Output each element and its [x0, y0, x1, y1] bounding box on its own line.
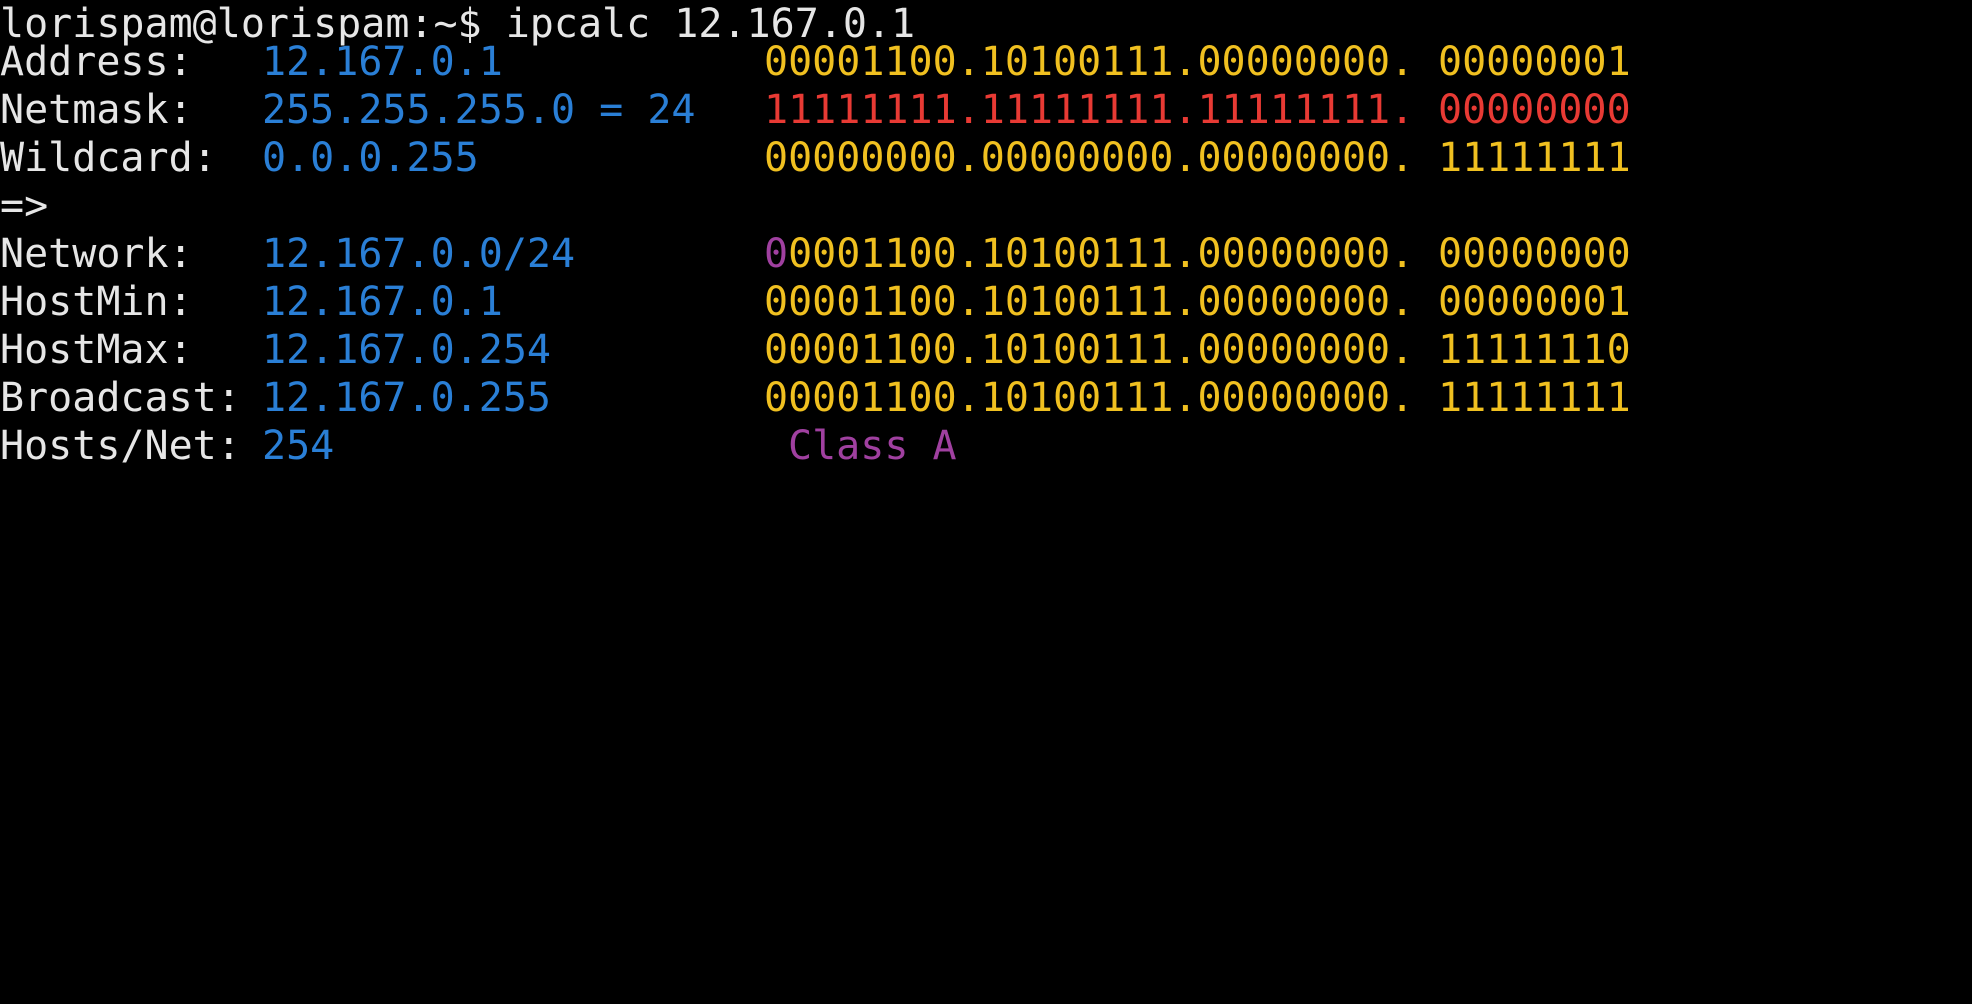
address-row: Address: 12.167.0.1 00001100.10100111.00… [0, 38, 1631, 86]
address-value: 12.167.0.1 [262, 39, 503, 85]
wildcard-row: Wildcard: 0.0.0.255 00000000.00000000.00… [0, 134, 1631, 182]
broadcast-value: 12.167.0.255 [262, 375, 551, 421]
result-arrow: => [0, 183, 49, 229]
netmask-value: 255.255.255.0 = 24 [262, 87, 696, 133]
hostmin-binary-host: 00000001 [1438, 279, 1631, 325]
broadcast-row: Broadcast: 12.167.0.255 00001100.1010011… [0, 374, 1631, 422]
network-binary-network-rest: 0001100.10100111.00000000. [788, 231, 1415, 277]
broadcast-binary-host: 11111111 [1438, 375, 1631, 421]
netmask-label: Netmask: [0, 87, 193, 133]
netmask-row: Netmask: 255.255.255.0 = 24 11111111.111… [0, 86, 1631, 134]
address-binary-host: 00000001 [1438, 39, 1631, 85]
network-class: Class A [788, 423, 957, 469]
hosts-label: Hosts/Net: [0, 423, 241, 469]
hostmin-binary-network: 00001100.10100111.00000000. [764, 279, 1415, 325]
netmask-binary-network: 11111111.11111111.11111111. [764, 87, 1415, 133]
hostmax-row: HostMax: 12.167.0.254 00001100.10100111.… [0, 326, 1631, 374]
network-value: 12.167.0.0/24 [262, 231, 576, 277]
network-row: Network: 12.167.0.0/24 00001100.10100111… [0, 230, 1631, 278]
hostmax-value: 12.167.0.254 [262, 327, 551, 373]
broadcast-binary-network: 00001100.10100111.00000000. [764, 375, 1415, 421]
address-label: Address: [0, 39, 193, 85]
terminal-window[interactable]: lorispam@lorispam:~$ ipcalc 12.167.0.1 A… [0, 0, 1972, 502]
hostmin-row: HostMin: 12.167.0.1 00001100.10100111.00… [0, 278, 1631, 326]
netmask-binary-host: 00000000 [1438, 87, 1631, 133]
hostmax-binary-network: 00001100.10100111.00000000. [764, 327, 1415, 373]
network-label: Network: [0, 231, 193, 277]
wildcard-binary-network: 00000000.00000000.00000000. [764, 135, 1415, 181]
wildcard-label: Wildcard: [0, 135, 217, 181]
wildcard-binary-host: 11111111 [1438, 135, 1631, 181]
broadcast-label: Broadcast: [0, 375, 241, 421]
network-class-bit: 0 [764, 231, 789, 277]
network-binary-network: 00001100.10100111.00000000. [764, 230, 1414, 278]
wildcard-value: 0.0.0.255 [262, 135, 479, 181]
hostmin-label: HostMin: [0, 279, 193, 325]
hostmin-value: 12.167.0.1 [262, 279, 503, 325]
hosts-value: 254 [262, 423, 335, 469]
address-binary-network: 00001100.10100111.00000000. [764, 39, 1415, 85]
network-binary-host: 00000000 [1438, 231, 1631, 277]
hostmax-binary-host: 11111110 [1438, 327, 1631, 373]
result-arrow-row: => [0, 182, 96, 230]
hostmax-label: HostMax: [0, 327, 193, 373]
hosts-row: Hosts/Net: 254 Class A [0, 422, 957, 470]
